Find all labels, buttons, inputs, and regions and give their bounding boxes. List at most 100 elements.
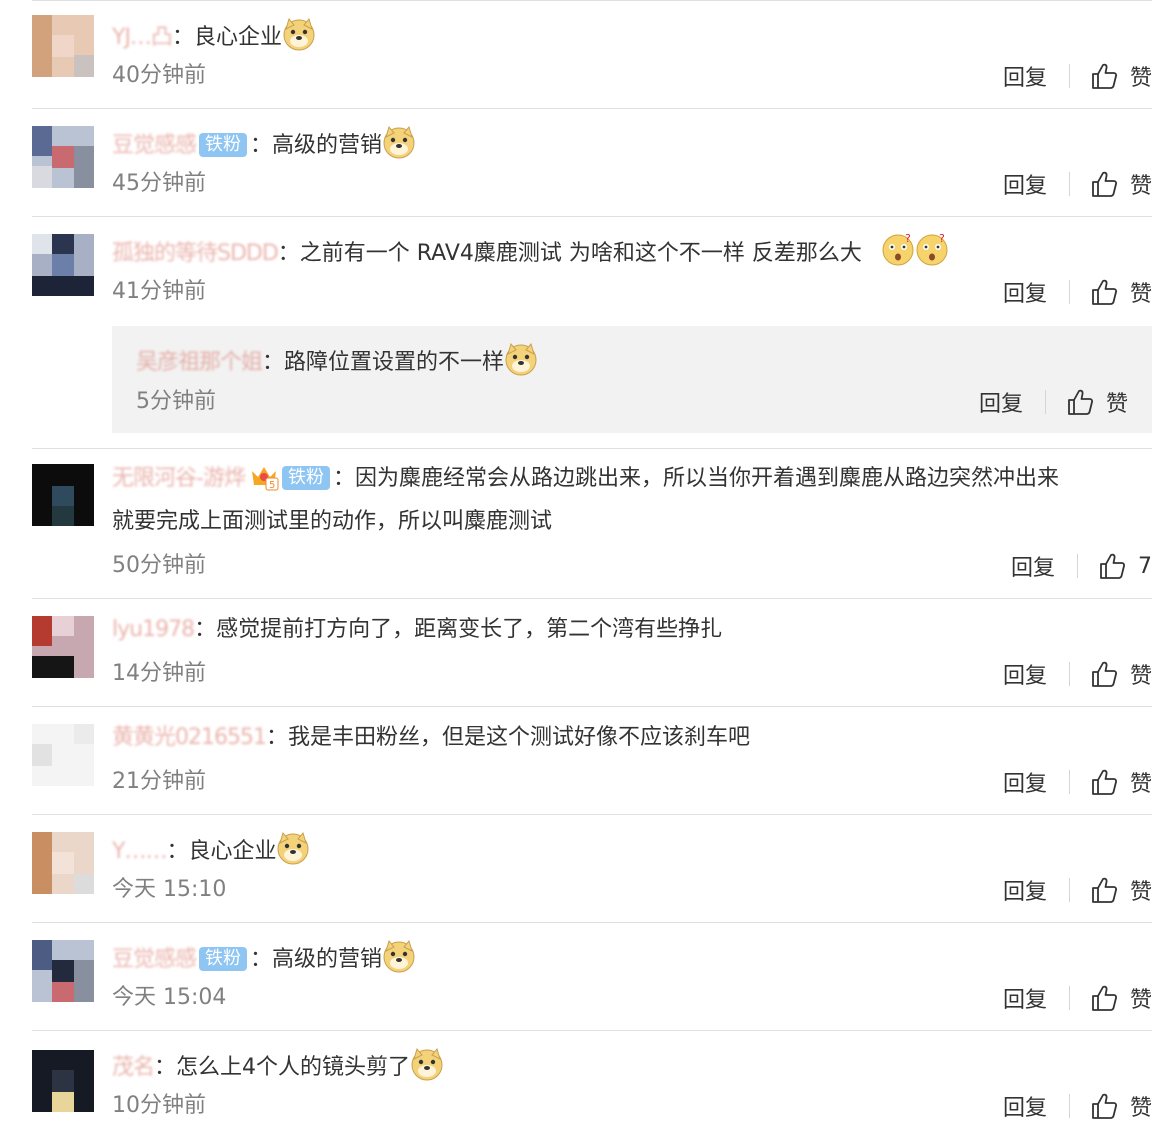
timestamp: 21分钟前: [112, 769, 206, 794]
like-button[interactable]: 赞: [1066, 386, 1128, 418]
comment-actions: 回复 赞: [979, 386, 1128, 418]
thumb-up-icon: [1090, 1092, 1118, 1120]
separator: [1044, 390, 1046, 414]
timestamp: 45分钟前: [112, 171, 206, 196]
like-button[interactable]: 赞: [1090, 276, 1152, 308]
timestamp: 50分钟前: [112, 553, 206, 578]
like-button[interactable]: 赞: [1090, 982, 1152, 1014]
like-button[interactable]: 赞: [1090, 874, 1152, 906]
thumb-up-icon: [1090, 876, 1118, 904]
separator: [1068, 662, 1070, 686]
like-count: 赞: [1129, 772, 1152, 797]
comment-line: 孤独的等待SDDD：之前有一个 RAV4麋鹿测试 为啥和这个不一样 反差那么大: [112, 233, 1152, 269]
separator: [1068, 1094, 1070, 1118]
comment-text: ：高级的营销: [250, 947, 383, 972]
username[interactable]: 无限河谷-游烨: [112, 466, 246, 491]
avatar[interactable]: [32, 616, 94, 678]
comment-line: lyu1978：感觉提前打方向了，距离变长了，第二个湾有些挣扎: [112, 615, 1152, 645]
timestamp: 41分钟前: [112, 279, 206, 304]
comment-actions: 回复 赞: [1003, 766, 1152, 798]
comment-actions: 回复 赞: [1003, 1090, 1152, 1122]
comment-actions: 回复 赞: [1003, 874, 1152, 906]
like-button[interactable]: 赞: [1090, 658, 1152, 690]
comment-actions: 回复 赞: [1003, 276, 1152, 308]
like-count: 赞: [1129, 66, 1152, 91]
like-count: 赞: [1129, 664, 1152, 689]
username[interactable]: Y……: [112, 839, 167, 864]
comment-text: ：怎么上4个人的镜头剪了: [154, 1055, 411, 1080]
like-count: 赞: [1105, 392, 1128, 417]
like-count: 赞: [1129, 282, 1152, 307]
username[interactable]: 孤独的等待SDDD: [112, 241, 279, 266]
username[interactable]: 豆觉感感: [112, 947, 197, 972]
reply-button[interactable]: 回复: [979, 386, 1023, 418]
avatar[interactable]: [32, 832, 94, 894]
comment-text: ：我是丰田粉丝，但是这个测试好像不应该刹车吧: [265, 725, 750, 750]
separator: [1068, 878, 1070, 902]
separator: [1068, 986, 1070, 1010]
avatar[interactable]: [32, 1050, 94, 1112]
separator: [1068, 172, 1070, 196]
surprised-emoji-icon: [915, 233, 949, 267]
like-count: 赞: [1129, 174, 1152, 199]
reply-button[interactable]: 回复: [1011, 550, 1055, 582]
username[interactable]: 黄黄光0216551: [112, 725, 267, 750]
divider: [32, 108, 1152, 109]
comment-actions: 回复 赞: [1003, 168, 1152, 200]
reply-button[interactable]: 回复: [1003, 658, 1047, 690]
thumb-up-icon: [1090, 660, 1118, 688]
avatar[interactable]: [32, 15, 94, 77]
divider: [32, 922, 1152, 923]
thumb-up-icon: [1090, 62, 1118, 90]
reply-button[interactable]: 回复: [1003, 766, 1047, 798]
like-button[interactable]: 7: [1098, 552, 1152, 580]
comment-text: ：路障位置设置的不一样: [262, 350, 505, 375]
username[interactable]: 茂名: [112, 1055, 155, 1080]
username[interactable]: lyu1978: [112, 617, 195, 642]
comment-text: ：高级的营销: [250, 133, 383, 158]
separator: [1068, 64, 1070, 88]
doge-emoji-icon: [282, 17, 316, 51]
like-button[interactable]: 赞: [1090, 766, 1152, 798]
fan-badge: 铁粉: [199, 947, 248, 971]
username[interactable]: 吴彦祖那个姐: [136, 350, 263, 375]
reply-button[interactable]: 回复: [1003, 874, 1047, 906]
reply-button[interactable]: 回复: [1003, 168, 1047, 200]
avatar[interactable]: [32, 464, 94, 526]
thumb-up-icon: [1090, 984, 1118, 1012]
timestamp: 40分钟前: [112, 63, 206, 88]
comment-line: 豆觉感感 铁粉 ：高级的营销: [112, 125, 1152, 161]
username[interactable]: YJ…凸: [112, 25, 173, 50]
divider: [32, 1030, 1152, 1031]
reply-button[interactable]: 回复: [1003, 1090, 1047, 1122]
comment-line: 无限河谷-游烨 5 铁粉 ：因为麋鹿经常会从路边跳出来，所以当你开着遇到麋鹿从路边突然…: [112, 461, 1152, 494]
reply-button[interactable]: 回复: [1003, 982, 1047, 1014]
reply-button[interactable]: 回复: [1003, 60, 1047, 92]
avatar[interactable]: [32, 724, 94, 786]
reply-button[interactable]: 回复: [1003, 276, 1047, 308]
comment-text: 就要完成上面测试里的动作，所以叫麋鹿测试: [112, 509, 553, 534]
comment-text: ：感觉提前打方向了，距离变长了，第二个湾有些挣扎: [194, 617, 723, 642]
separator: [1068, 770, 1070, 794]
comment-actions: 回复 赞: [1003, 658, 1152, 690]
doge-emoji-icon: [504, 342, 538, 376]
username[interactable]: 豆觉感感: [112, 133, 197, 158]
avatar[interactable]: [32, 234, 94, 296]
like-button[interactable]: 赞: [1090, 1090, 1152, 1122]
comment-text: ：良心企业: [166, 839, 277, 864]
like-button[interactable]: 赞: [1090, 60, 1152, 92]
svg-text:5: 5: [269, 480, 275, 491]
avatar[interactable]: [32, 126, 94, 188]
like-button[interactable]: 赞: [1090, 168, 1152, 200]
thumb-up-icon: [1066, 388, 1094, 416]
avatar[interactable]: [32, 940, 94, 1002]
timestamp: 今天 15:10: [112, 877, 227, 902]
like-count: 7: [1138, 553, 1152, 579]
divider: [32, 216, 1152, 217]
like-count: 赞: [1129, 1096, 1152, 1121]
comment-line: YJ…凸：良心企业: [112, 17, 1152, 53]
fan-badge: 铁粉: [199, 133, 248, 157]
comment-actions: 回复 赞: [1003, 60, 1152, 92]
comment-text: ：因为麋鹿经常会从路边跳出来，所以当你开着遇到麋鹿从路边突然冲出来: [332, 466, 1059, 491]
like-count: 赞: [1129, 880, 1152, 905]
